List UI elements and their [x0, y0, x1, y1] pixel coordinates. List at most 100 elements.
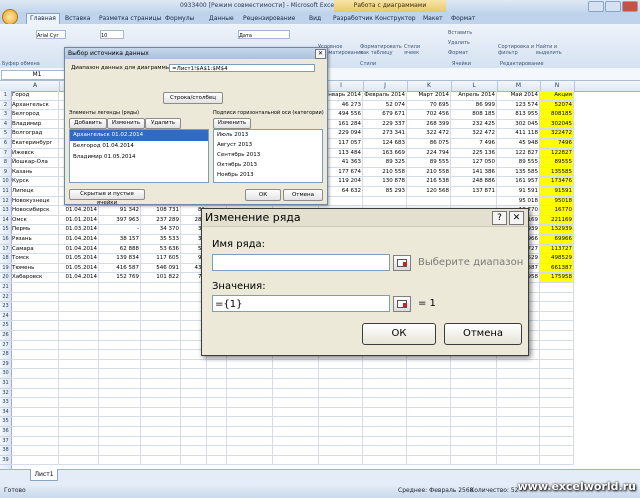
table-cell[interactable] — [59, 427, 99, 437]
row-header[interactable]: 2 — [0, 101, 11, 111]
table-cell[interactable] — [59, 398, 99, 408]
table-cell[interactable] — [319, 446, 363, 456]
hidden-cells-button[interactable]: Скрытые и пустые ячейки — [69, 189, 145, 206]
table-cell[interactable] — [59, 379, 99, 389]
row-header[interactable]: 31 — [0, 379, 11, 389]
table-cell[interactable] — [273, 398, 319, 408]
column-header[interactable]: A — [11, 81, 60, 91]
help-icon[interactable]: ? — [492, 211, 507, 225]
table-cell[interactable] — [451, 455, 497, 466]
format-cells-button[interactable]: Формат — [448, 50, 468, 56]
tab-1[interactable]: Вставка — [62, 14, 93, 24]
table-cell[interactable]: 173476 — [540, 177, 574, 187]
table-cell[interactable]: 808185 — [540, 110, 574, 120]
row-header[interactable]: 20 — [0, 273, 11, 283]
collapse-dialog-icon[interactable] — [393, 296, 411, 312]
table-cell[interactable]: 01.04.2014 — [59, 244, 99, 255]
table-cell[interactable]: Новокузнецк — [11, 196, 59, 207]
table-cell[interactable] — [99, 398, 141, 408]
table-cell[interactable] — [319, 407, 363, 418]
cancel-button[interactable]: Отмена — [283, 189, 323, 201]
table-cell[interactable]: 161 957 — [497, 177, 540, 187]
table-cell[interactable]: 95 018 — [497, 196, 540, 207]
row-header[interactable]: 39 — [0, 456, 11, 466]
row-header[interactable]: 9 — [0, 168, 11, 178]
table-cell[interactable]: 113727 — [540, 244, 574, 255]
table-cell[interactable] — [99, 369, 141, 379]
table-cell[interactable] — [273, 417, 319, 427]
series-list[interactable]: Архангельск 01.02.2014 Белгород 01.04.201… — [69, 129, 209, 183]
table-cell[interactable] — [99, 321, 141, 331]
table-cell[interactable]: 101 822 — [141, 273, 181, 283]
table-cell[interactable] — [227, 427, 273, 437]
row-header[interactable]: 11 — [0, 187, 11, 197]
series-item[interactable]: Архангельск 01.02.2014 — [70, 130, 208, 141]
table-cell[interactable]: 152 769 — [99, 273, 141, 283]
table-cell[interactable] — [11, 407, 59, 418]
table-cell[interactable]: 70 695 — [407, 100, 451, 111]
table-cell[interactable] — [227, 455, 273, 466]
table-cell[interactable] — [451, 417, 497, 427]
table-cell[interactable] — [141, 359, 181, 370]
table-cell[interactable]: 01.04.2014 — [59, 206, 99, 216]
table-cell[interactable] — [141, 321, 181, 331]
table-cell[interactable]: 237 289 — [141, 215, 181, 226]
table-cell[interactable] — [181, 369, 207, 379]
table-cell[interactable] — [363, 407, 407, 418]
cell-styles-button[interactable]: Стили ячеек — [404, 44, 434, 56]
table-cell[interactable]: 813 955 — [497, 110, 540, 120]
table-cell[interactable] — [141, 407, 181, 418]
table-cell[interactable]: 139 834 — [99, 254, 141, 264]
table-cell[interactable] — [11, 398, 59, 408]
table-cell[interactable] — [540, 302, 574, 312]
table-cell[interactable] — [540, 388, 574, 399]
table-cell[interactable]: 416 587 — [99, 263, 141, 274]
table-cell[interactable] — [540, 407, 574, 418]
table-cell[interactable] — [497, 455, 540, 466]
table-cell[interactable] — [363, 379, 407, 389]
table-cell[interactable] — [363, 388, 407, 399]
table-cell[interactable] — [11, 350, 59, 360]
table-cell[interactable] — [11, 379, 59, 389]
table-cell[interactable]: 135 585 — [497, 167, 540, 178]
table-cell[interactable] — [227, 388, 273, 399]
table-cell[interactable] — [59, 417, 99, 427]
table-cell[interactable]: 01.04.2014 — [59, 235, 99, 245]
range-input[interactable]: =Лист1!$A$1:$M$4 — [169, 64, 315, 72]
table-cell[interactable] — [59, 359, 99, 370]
table-cell[interactable] — [319, 379, 363, 389]
table-cell[interactable] — [11, 388, 59, 399]
table-cell[interactable] — [141, 398, 181, 408]
table-cell[interactable]: Томск — [11, 254, 59, 264]
table-cell[interactable] — [407, 196, 451, 207]
tab-8[interactable]: Конструктор — [372, 14, 419, 24]
close-icon[interactable]: ✕ — [315, 49, 326, 59]
table-cell[interactable] — [540, 398, 574, 408]
ok-button[interactable]: ОК — [245, 189, 281, 201]
table-cell[interactable]: 702 456 — [407, 110, 451, 120]
delete-cells-button[interactable]: Удалить — [448, 40, 470, 46]
table-cell[interactable]: 130 878 — [363, 177, 407, 187]
row-header[interactable]: 16 — [0, 235, 11, 245]
table-cell[interactable] — [99, 340, 141, 351]
table-cell[interactable]: 91591 — [540, 187, 574, 197]
column-header[interactable]: K — [407, 81, 452, 91]
table-cell[interactable] — [363, 436, 407, 447]
row-header[interactable]: 33 — [0, 398, 11, 408]
row-header[interactable]: 29 — [0, 360, 11, 370]
row-header[interactable]: 28 — [0, 350, 11, 360]
sheet-tab[interactable]: Лист1 — [30, 469, 58, 481]
table-cell[interactable] — [540, 417, 574, 427]
table-cell[interactable] — [11, 446, 59, 456]
table-cell[interactable] — [207, 446, 227, 456]
table-cell[interactable] — [141, 340, 181, 351]
row-header[interactable]: 14 — [0, 216, 11, 226]
table-cell[interactable] — [59, 436, 99, 447]
table-cell[interactable]: 124 683 — [363, 139, 407, 149]
table-cell[interactable] — [540, 427, 574, 437]
table-cell[interactable] — [11, 359, 59, 370]
table-cell[interactable] — [273, 369, 319, 379]
table-cell[interactable]: 210 558 — [407, 167, 451, 178]
table-cell[interactable] — [181, 359, 207, 370]
column-header[interactable]: N — [540, 81, 575, 91]
